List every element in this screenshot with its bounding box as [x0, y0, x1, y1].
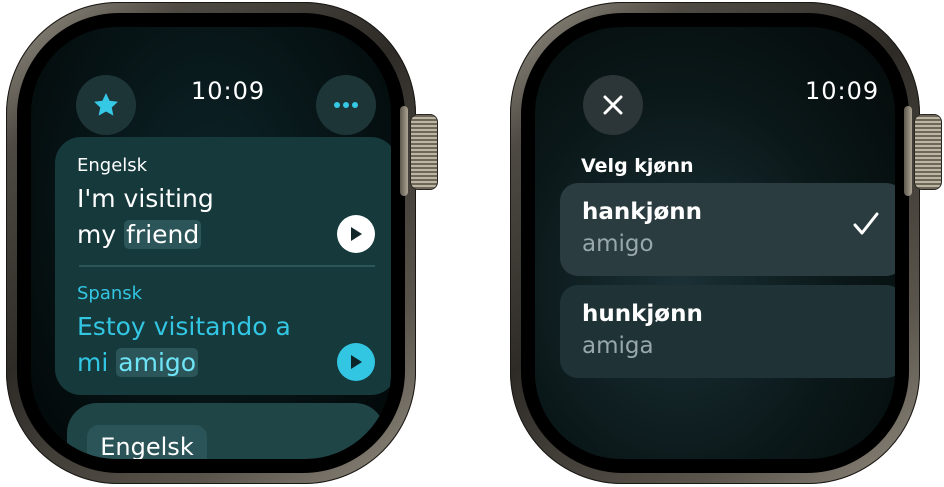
more-options-button[interactable] [316, 75, 376, 135]
divider [79, 265, 375, 267]
crown-base [904, 106, 912, 196]
watch-case: 10:09 Engelsk I'm visiting my friend Spa… [6, 2, 416, 484]
digital-crown[interactable] [914, 114, 942, 190]
ellipsis-icon [334, 102, 358, 108]
target-text: Estoy visitando a mi amigo [77, 309, 291, 381]
close-icon [603, 95, 623, 115]
translation-card: Engelsk I'm visiting my friend Spansk Es… [55, 137, 391, 395]
source-highlight-word[interactable]: friend [124, 220, 202, 249]
clock-time: 10:09 [191, 77, 266, 105]
star-icon [94, 93, 118, 116]
translate-screen: 10:09 Engelsk I'm visiting my friend Spa… [31, 27, 391, 459]
gender-screen: 10:09 Velg kjønn hankjønn amigo hunkjønn… [535, 27, 895, 459]
play-icon [351, 227, 362, 241]
language-button[interactable]: Engelsk [87, 425, 207, 459]
crown-base [400, 106, 408, 196]
section-title: Velg kjønn [581, 155, 694, 177]
play-source-button[interactable] [337, 215, 375, 253]
favorite-button[interactable] [76, 75, 136, 135]
digital-crown[interactable] [410, 114, 438, 190]
option-feminine[interactable]: hunkjønn amiga [560, 285, 895, 378]
watch-bezel: 10:09 Velg kjønn hankjønn amigo hunkjønn… [521, 13, 909, 473]
option-masculine[interactable]: hankjønn amigo [560, 183, 895, 276]
option-title: hunkjønn [582, 301, 703, 327]
target-line-2: mi amigo [77, 345, 291, 381]
watch-bezel: 10:09 Engelsk I'm visiting my friend Spa… [17, 13, 405, 473]
target-line-1: Estoy visitando a [77, 312, 291, 341]
play-icon [351, 355, 362, 369]
clock-time: 10:09 [805, 77, 880, 105]
close-button[interactable] [583, 75, 643, 135]
source-line-1: I'm visiting [77, 184, 214, 213]
play-target-button[interactable] [337, 343, 375, 381]
target-line-2-prefix: mi [77, 348, 109, 377]
option-subtitle: amigo [582, 231, 654, 257]
target-language-label: Spansk [77, 283, 143, 304]
option-subtitle: amiga [582, 333, 654, 359]
left-watch: 10:09 Engelsk I'm visiting my friend Spa… [0, 0, 440, 487]
source-text: I'm visiting my friend [77, 181, 214, 253]
target-highlight-word[interactable]: amigo [116, 348, 199, 377]
source-line-2: my friend [77, 217, 214, 253]
source-language-label: Engelsk [77, 155, 148, 176]
right-watch: 10:09 Velg kjønn hankjønn amigo hunkjønn… [504, 0, 944, 487]
option-title: hankjønn [582, 199, 702, 225]
checkmark-icon [853, 212, 879, 235]
source-line-2-prefix: my [77, 220, 117, 249]
watch-case: 10:09 Velg kjønn hankjønn amigo hunkjønn… [510, 2, 920, 484]
